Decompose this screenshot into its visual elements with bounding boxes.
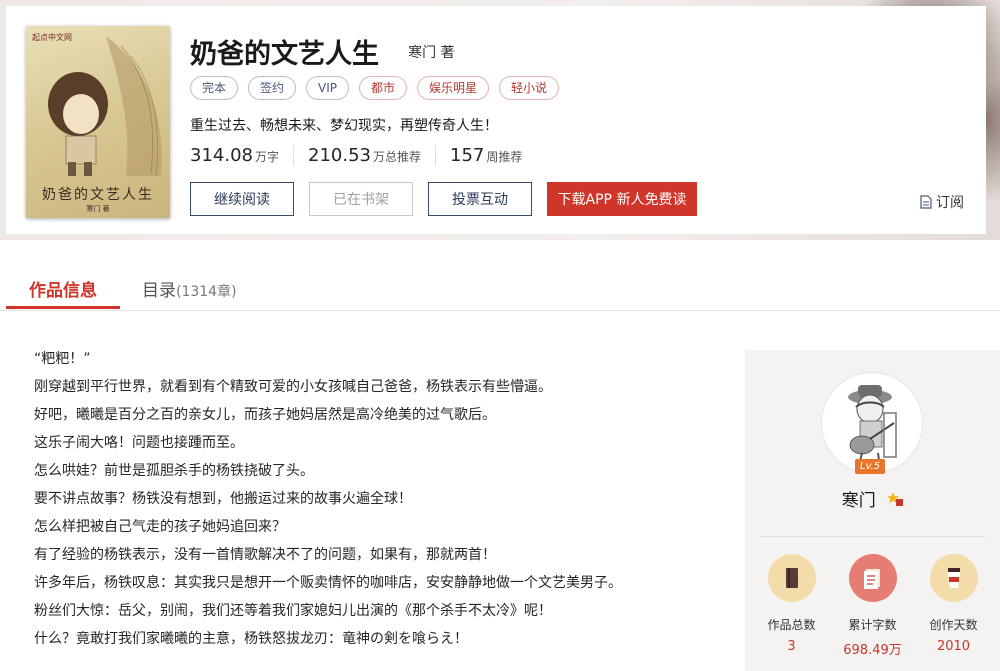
document-icon (920, 195, 932, 209)
book-stats: 314.08 万字 210.53 万总推荐 157 周推荐 (190, 145, 550, 166)
synopsis-line: 许多年后，杨铁叹息：其实我只是想开一个贩卖情怀的咖啡店，安安静静地做一个文艺美男… (34, 575, 622, 591)
metric-total-words: 累计字数 698.49万 (834, 554, 912, 658)
tag-list: 完本 签约 VIP 都市 娱乐明星 轻小说 (190, 76, 560, 100)
synopsis-line: 粉丝们大惊：岳父，别闹，我们还等着我们家媳妇儿出演的《那个杀手不太冷》呢！ (34, 603, 552, 619)
stat-unit: 周推荐 (486, 150, 523, 164)
book-intro: 重生过去、畅想未来、梦幻现实，再塑传奇人生！ (190, 118, 498, 134)
continue-reading-button[interactable]: 继续阅读 (190, 182, 294, 216)
book-author[interactable]: 寒门 著 (408, 45, 454, 61)
book-info-card: 起点中文网 奶爸的文艺人生 寒门 著 奶爸的文艺人生 寒门 著 完本 签约 VI… (6, 6, 986, 234)
stat-unit: 万总推荐 (372, 150, 421, 164)
tag-complete[interactable]: 完本 (190, 76, 239, 100)
metric-total-works: 作品总数 3 (753, 554, 831, 658)
stat-unit: 万字 (254, 150, 279, 164)
panel-divider (759, 536, 986, 537)
book-title: 奶爸的文艺人生 (190, 39, 379, 70)
synopsis-line: 怎么哄娃？前世是孤胆杀手的杨铁挠破了头。 (34, 463, 314, 479)
metric-label: 作品总数 (767, 618, 816, 632)
metric-label: 累计字数 (848, 618, 897, 632)
cover-author: 寒门 著 (86, 205, 110, 213)
vote-interact-button[interactable]: 投票互动 (428, 182, 532, 216)
author-name[interactable]: 寒门 (842, 491, 876, 511)
synopsis-line: 这乐子闹大咯！问题也接踵而至。 (34, 435, 244, 451)
tag-vip[interactable]: VIP (306, 76, 350, 100)
content-tabs: 作品信息 目录(1314章) (0, 262, 1000, 311)
synopsis-line: “粑粑！” (34, 351, 91, 367)
cover-logo: 起点中文网 (32, 33, 72, 42)
synopsis-line: 怎么样把被自己气走的孩子她妈追回来？ (34, 519, 286, 535)
author-panel: Lv.5 寒门 作品总数 3 累计字数 698.49万 创作天数 2010 (745, 350, 1000, 671)
chapter-count: (1314章) (176, 284, 237, 300)
cover-title: 奶爸的文艺人生 (42, 187, 154, 203)
synopsis-line: 好吧，曦曦是百分之百的亲女儿，而孩子她妈居然是高冷绝美的过气歌后。 (34, 407, 496, 423)
on-shelf-button[interactable]: 已在书架 (309, 182, 413, 216)
stat-week-recommend: 157 周推荐 (450, 145, 536, 166)
stat-total-recommend: 210.53 万总推荐 (308, 145, 436, 166)
metric-value: 3 (787, 639, 796, 654)
author-level-badge: Lv.5 (855, 459, 885, 474)
book-cover[interactable]: 起点中文网 奶爸的文艺人生 寒门 著 (26, 26, 170, 218)
tab-book-info[interactable]: 作品信息 (6, 276, 120, 309)
metric-writing-days: 创作天数 2010 (915, 554, 993, 658)
author-metrics: 作品总数 3 累计字数 698.49万 创作天数 2010 (745, 554, 1000, 658)
coffee-cup-icon (929, 554, 978, 602)
metric-value: 698.49万 (843, 643, 902, 658)
tag-signed[interactable]: 签约 (248, 76, 297, 100)
stat-value: 157 (450, 145, 485, 166)
author-name-row: 寒门 (745, 486, 1000, 511)
tab-catalog-label: 目录 (142, 281, 176, 301)
stat-word-count: 314.08 万字 (190, 145, 294, 166)
tag-light-novel[interactable]: 轻小说 (499, 76, 560, 100)
action-buttons: 继续阅读 已在书架 投票互动 下载APP 新人免费读 (190, 182, 697, 216)
tag-urban[interactable]: 都市 (359, 76, 408, 100)
synopsis-line: 要不讲点故事？杨铁没有想到，他搬运过来的故事火遍全球！ (34, 491, 412, 507)
synopsis-line: 刚穿越到平行世界，就看到有个精致可爱的小女孩喊自己爸爸，杨铁表示有些懵逼。 (34, 379, 552, 395)
synopsis-line: 什么？竟敢打我们家曦曦的主意，杨铁怒拔龙刃：竜神の剣を喰らえ！ (34, 631, 468, 647)
avatar-illustration (848, 385, 897, 470)
author-star-badge-icon (887, 491, 904, 506)
subscribe-label: 订阅 (936, 195, 964, 211)
tab-catalog[interactable]: 目录(1314章) (142, 276, 237, 301)
book-icon (767, 554, 816, 602)
synopsis-line: 有了经验的杨铁表示，没有一首情歌解决不了的问题，如果有，那就两首！ (34, 547, 496, 563)
stat-value: 210.53 (308, 145, 371, 166)
metric-value: 2010 (936, 639, 971, 654)
subscribe-link[interactable]: 订阅 (920, 192, 964, 212)
download-app-button[interactable]: 下载APP 新人免费读 (547, 182, 697, 216)
title-row: 奶爸的文艺人生 寒门 著 (190, 32, 455, 71)
stat-value: 314.08 (190, 145, 253, 166)
document-stack-icon (848, 554, 897, 602)
book-synopsis: “粑粑！” 刚穿越到平行世界，就看到有个精致可爱的小女孩喊自己爸爸，杨铁表示有些… (34, 345, 714, 653)
tag-entertainment-star[interactable]: 娱乐明星 (417, 76, 490, 100)
metric-label: 创作天数 (929, 618, 978, 632)
